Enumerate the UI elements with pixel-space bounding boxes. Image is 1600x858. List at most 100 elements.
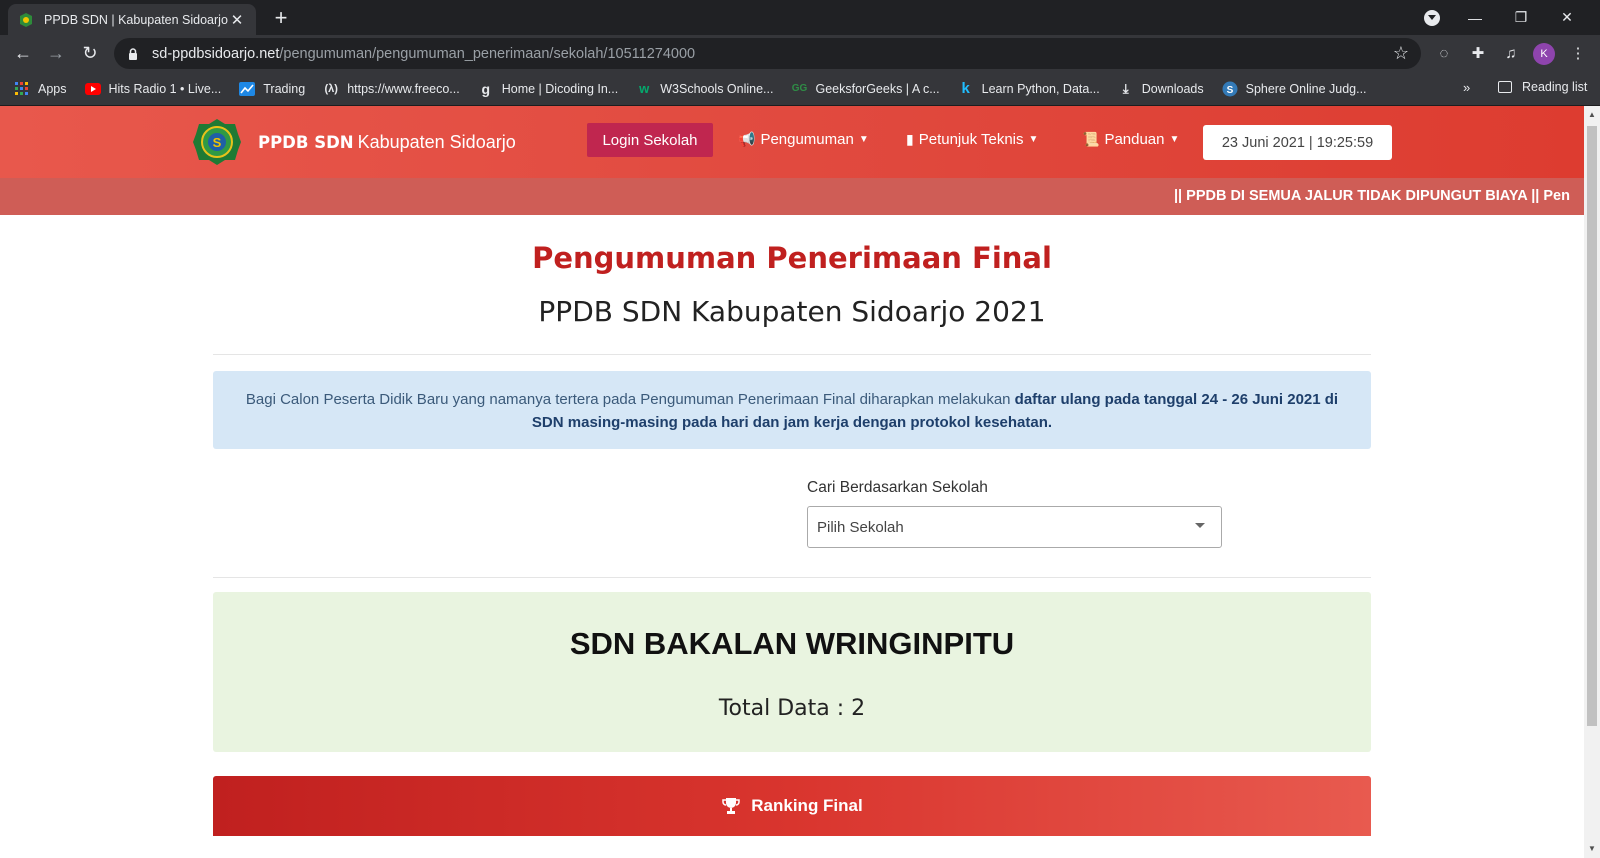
ranking-label: Ranking Final xyxy=(751,796,863,815)
bookmark-hits-radio[interactable]: Hits Radio 1 • Live... xyxy=(84,81,222,97)
window-close-icon[interactable]: ✕ xyxy=(1544,0,1590,35)
datetime-display: 23 Juni 2021 | 19:25:59 xyxy=(1203,125,1392,160)
bookmark-label: Downloads xyxy=(1141,81,1204,96)
ranking-final-header[interactable]: Ranking Final xyxy=(213,776,1371,836)
chevron-down-icon: ▼ xyxy=(1169,134,1180,145)
tab-search-icon[interactable] xyxy=(1424,10,1440,26)
trading-icon xyxy=(239,81,256,97)
sync-icon[interactable]: ◌ xyxy=(1432,41,1456,65)
school-name: SDN BAKALAN WRINGINPITU xyxy=(569,626,1015,661)
geeksforgeeks-icon: GG xyxy=(791,83,808,94)
profile-avatar[interactable]: K xyxy=(1533,43,1555,65)
close-tab-icon[interactable]: ✕ xyxy=(228,11,246,29)
school-summary-card: SDN BAKALAN WRINGINPITU Total Data : 2 xyxy=(213,592,1371,752)
bookmark-label: Apps xyxy=(38,81,67,96)
bookmark-apps[interactable]: Apps xyxy=(14,81,67,97)
bookmark-label: Trading xyxy=(263,81,306,96)
bookmark-kaggle[interactable]: k Learn Python, Data... xyxy=(958,80,1100,97)
minimize-icon[interactable]: — xyxy=(1452,0,1498,35)
book-icon: ▮ xyxy=(906,131,914,147)
menu-label: Pengumuman xyxy=(760,131,854,148)
sidoarjo-logo-icon[interactable]: S xyxy=(192,118,242,166)
media-control-icon[interactable]: ♫ xyxy=(1499,41,1523,65)
page-scrollbar[interactable]: ▲ ▼ xyxy=(1584,106,1600,858)
reading-list-button[interactable]: Reading list xyxy=(1498,80,1587,94)
reading-list-label: Reading list xyxy=(1522,80,1588,94)
scroll-up-icon[interactable]: ▲ xyxy=(1588,110,1596,119)
browser-tab-bar: PPDB SDN | Kabupaten Sidoarjo ✕ + — ❐ ✕ xyxy=(0,0,1600,35)
bookmark-label: https://www.freeco... xyxy=(347,81,460,96)
bookmark-freecodecamp[interactable]: (λ) https://www.freeco... xyxy=(323,81,460,97)
ticker-text: || PPDB DI SEMUA JALUR TIDAK DIPUNGUT BI… xyxy=(1174,188,1570,204)
scrollbar-thumb[interactable] xyxy=(1587,126,1597,726)
w3schools-icon: w xyxy=(639,81,650,96)
kaggle-icon: k xyxy=(961,80,970,97)
announcement-ticker: || PPDB DI SEMUA JALUR TIDAK DIPUNGUT BI… xyxy=(0,178,1584,215)
menu-kebab-icon[interactable]: ⋮ xyxy=(1566,41,1590,65)
menu-panduan[interactable]: 📜 Panduan ▼ xyxy=(1082,131,1179,148)
bookmark-label: GeeksforGeeks | A c... xyxy=(815,81,940,96)
bookmark-downloads[interactable]: ⤓ Downloads xyxy=(1118,81,1204,97)
menu-label: Petunjuk Teknis xyxy=(918,131,1024,148)
bookmark-label: W3Schools Online... xyxy=(660,81,774,96)
login-sekolah-button[interactable]: Login Sekolah xyxy=(587,123,713,157)
menu-label: Panduan xyxy=(1104,131,1165,148)
dicoding-icon: g xyxy=(481,80,491,97)
spoj-icon: S xyxy=(1222,81,1238,97)
brand-rest: Kabupaten Sidoarjo xyxy=(357,132,516,152)
page-title: Pengumuman Penerimaan Final xyxy=(532,241,1052,275)
chevron-down-icon: ▼ xyxy=(1028,134,1039,145)
menu-pengumuman[interactable]: 📢 Pengumuman ▼ xyxy=(738,131,869,148)
bookmark-geeksforgeeks[interactable]: GG GeeksforGeeks | A c... xyxy=(791,81,940,97)
youtube-icon xyxy=(84,81,101,97)
info-text: Bagi Calon Peserta Didik Baru yang naman… xyxy=(245,391,1015,408)
total-data: Total Data : 2 xyxy=(718,696,866,721)
bookmark-w3schools[interactable]: w W3Schools Online... xyxy=(636,81,773,97)
menu-petunjuk-teknis[interactable]: ▮ Petunjuk Teknis ▼ xyxy=(906,131,1038,148)
trophy-icon xyxy=(722,798,741,814)
info-alert: Bagi Calon Peserta Didik Baru yang naman… xyxy=(213,371,1371,449)
browser-tab[interactable]: PPDB SDN | Kabupaten Sidoarjo ✕ xyxy=(8,4,256,35)
reload-icon[interactable]: ↻ xyxy=(76,39,104,67)
apps-grid-icon xyxy=(14,81,30,97)
site-header: S PPDB SDN Kabupaten Sidoarjo Login Sekol… xyxy=(0,106,1584,178)
forward-icon[interactable]: → xyxy=(42,39,70,67)
download-icon: ⤓ xyxy=(1122,80,1129,96)
brand-bold: PPDB SDN xyxy=(258,133,354,152)
bookmark-star-icon[interactable]: ☆ xyxy=(1393,43,1409,64)
address-bar[interactable]: sd-ppdbsidoarjo.net/pengumuman/pengumuma… xyxy=(114,38,1421,69)
page-subtitle: PPDB SDN Kabupaten Sidoarjo 2021 xyxy=(538,295,1046,328)
reading-list-icon xyxy=(1498,81,1512,93)
bookmark-label: Sphere Online Judg... xyxy=(1245,81,1367,96)
scroll-down-icon[interactable]: ▼ xyxy=(1588,844,1596,853)
url-path: /pengumuman/pengumuman_penerimaan/sekola… xyxy=(279,45,696,62)
url-host: sd-ppdbsidoarjo.net xyxy=(152,45,280,62)
bookmark-spoj[interactable]: S Sphere Online Judg... xyxy=(1222,81,1367,97)
divider xyxy=(213,577,1371,578)
extensions-icon[interactable]: ✚ xyxy=(1466,41,1490,65)
bookmark-label: Home | Dicoding In... xyxy=(501,81,619,96)
school-select-value: Pilih Sekolah xyxy=(817,518,904,536)
school-select[interactable]: Pilih Sekolah xyxy=(807,506,1222,548)
site-brand[interactable]: PPDB SDN Kabupaten Sidoarjo xyxy=(258,132,516,153)
back-icon[interactable]: ← xyxy=(9,39,37,67)
browser-toolbar: ← → ↻ sd-ppdbsidoarjo.net/pengumuman/pen… xyxy=(0,35,1600,72)
divider xyxy=(213,354,1371,355)
bookmark-dicoding[interactable]: g Home | Dicoding In... xyxy=(478,80,619,97)
more-bookmarks-icon[interactable]: » xyxy=(1463,80,1470,95)
bookmark-label: Hits Radio 1 • Live... xyxy=(108,81,222,96)
new-tab-icon[interactable]: + xyxy=(268,5,294,31)
site-favicon-icon xyxy=(20,12,32,27)
svg-text:S: S xyxy=(1226,85,1233,96)
tab-title: PPDB SDN | Kabupaten Sidoarjo xyxy=(44,12,228,27)
lock-icon xyxy=(129,47,137,60)
bookmark-label: Learn Python, Data... xyxy=(981,81,1100,96)
freecodecamp-icon: (λ) xyxy=(324,82,338,95)
bullhorn-icon: 📢 xyxy=(738,131,756,147)
page-viewport: S PPDB SDN Kabupaten Sidoarjo Login Sekol… xyxy=(0,106,1584,858)
svg-text:S: S xyxy=(213,135,222,150)
chevron-down-icon: ▼ xyxy=(858,134,869,145)
dropdown-arrow-icon xyxy=(1195,523,1205,528)
bookmark-trading[interactable]: Trading xyxy=(239,81,305,97)
restore-icon[interactable]: ❐ xyxy=(1498,0,1544,35)
